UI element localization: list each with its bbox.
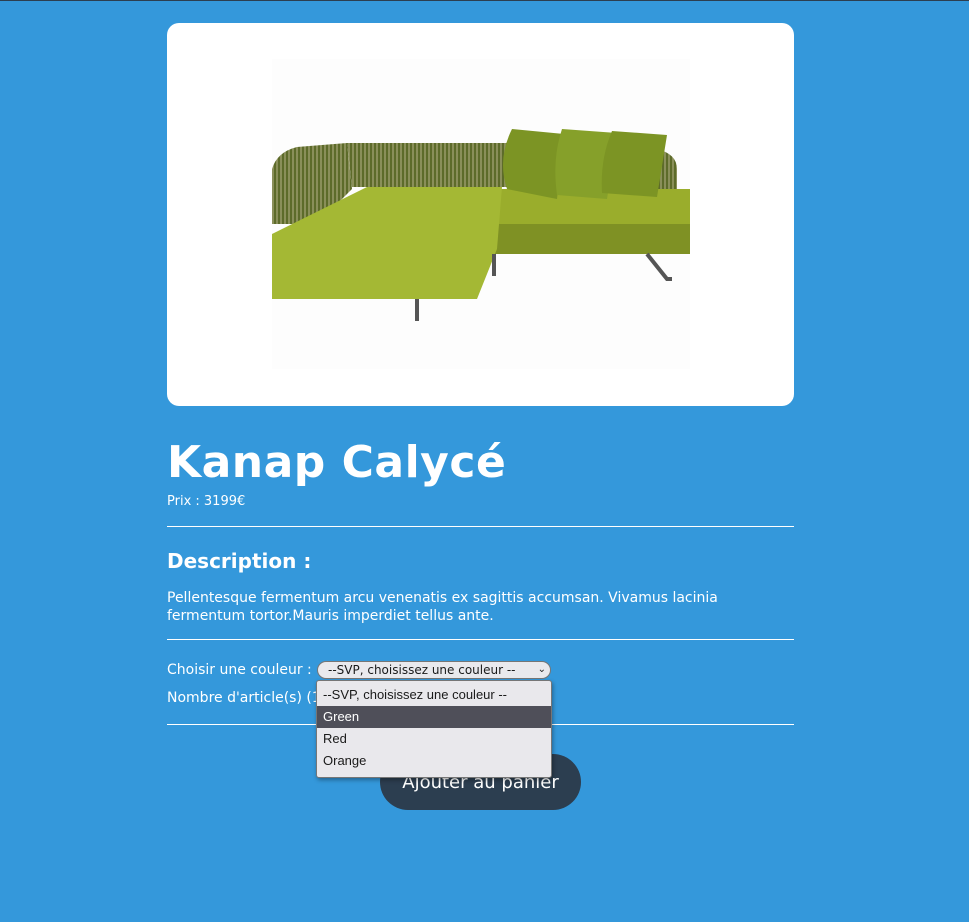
product-card: Kanap Calycé Prix : 3199€ Description : … bbox=[167, 23, 794, 810]
product-image bbox=[272, 59, 720, 369]
divider bbox=[167, 526, 794, 527]
sofa-image bbox=[272, 129, 720, 321]
price-currency: € bbox=[237, 494, 246, 509]
color-option-green[interactable]: Green bbox=[317, 706, 551, 728]
product-title: Kanap Calycé bbox=[167, 437, 507, 488]
color-option-red[interactable]: Red bbox=[317, 728, 551, 750]
description-text: Pellentesque fermentum arcu venenatis ex… bbox=[167, 590, 718, 624]
color-select[interactable]: --SVP, choisissez une couleur -- ⌄ bbox=[317, 661, 551, 679]
product-price: Prix : 3199€ bbox=[167, 493, 245, 511]
price-label: Prix : bbox=[167, 494, 204, 509]
color-option-orange[interactable]: Orange bbox=[317, 750, 551, 772]
top-border bbox=[0, 0, 969, 1]
price-value: 3199 bbox=[203, 494, 237, 509]
chevron-down-icon: ⌄ bbox=[537, 664, 546, 675]
color-option[interactable]: --SVP, choisissez une couleur -- bbox=[317, 684, 551, 706]
divider bbox=[167, 639, 794, 640]
product-image-card bbox=[167, 23, 794, 406]
color-select-value: --SVP, choisissez une couleur -- bbox=[328, 663, 516, 677]
color-dropdown-list: --SVP, choisissez une couleur -- Green R… bbox=[316, 680, 552, 778]
description-title: Description : bbox=[167, 549, 312, 573]
quantity-label: Nombre d'article(s) (1 bbox=[167, 690, 321, 706]
color-label: Choisir une couleur : bbox=[167, 662, 312, 678]
